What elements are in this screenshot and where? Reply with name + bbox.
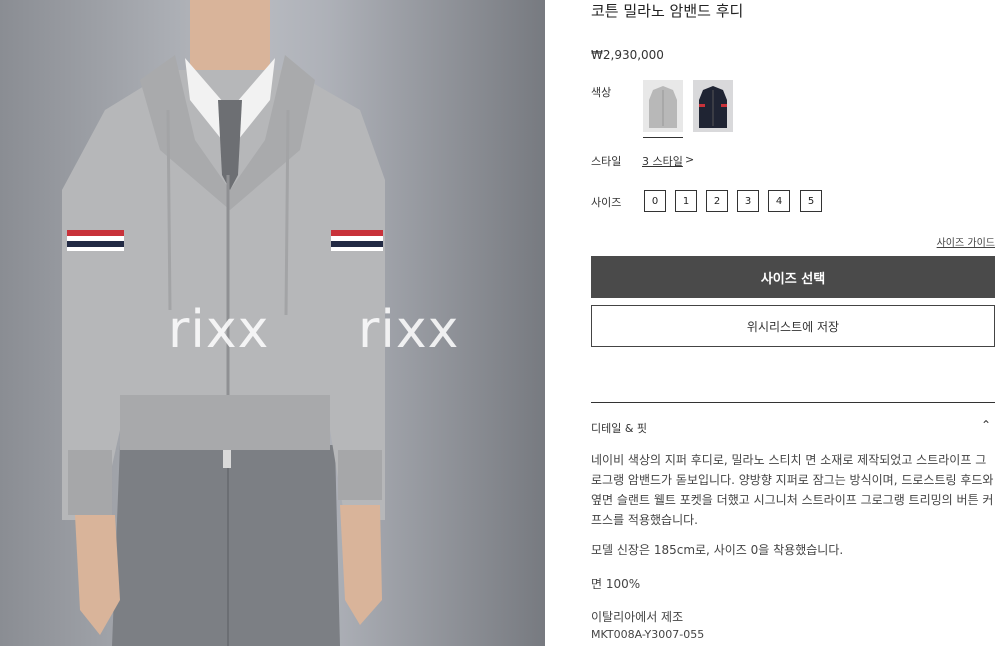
size-option-1[interactable]: 1 xyxy=(675,190,697,212)
select-size-button[interactable]: 사이즈 선택 xyxy=(591,256,995,298)
material-info: 면 100% xyxy=(591,577,641,591)
details-heading[interactable]: 디테일 & 핏 xyxy=(591,420,647,436)
style-label: 스타일 xyxy=(591,155,622,168)
color-swatch-navy[interactable] xyxy=(693,80,733,132)
size-option-4[interactable]: 4 xyxy=(768,190,790,212)
grey-hoodie-thumbnail xyxy=(643,80,683,132)
model-info: 모델 신장은 185cm로, 사이즈 0을 착용했습니다. xyxy=(591,543,844,557)
navy-hoodie-thumbnail xyxy=(693,80,733,132)
add-to-wishlist-button[interactable]: 위시리스트에 저장 xyxy=(591,305,995,347)
size-option-2[interactable]: 2 xyxy=(706,190,728,212)
color-label: 색상 xyxy=(591,86,612,99)
size-option-5[interactable]: 5 xyxy=(800,190,822,212)
product-sku: MKT008A-Y3007-055 xyxy=(591,628,705,641)
color-swatch-grey[interactable] xyxy=(643,80,683,138)
watermark-text: rixx xyxy=(358,300,460,360)
watermark-text: rixx xyxy=(168,300,270,360)
product-price: ₩2,930,000 xyxy=(591,48,664,62)
size-guide-link[interactable]: 사이즈 가이드 xyxy=(937,234,995,249)
product-info-panel: 코튼 밀라노 암밴드 후디 ₩2,930,000 색상 스타일 3 스타일 > … xyxy=(591,0,995,646)
style-link[interactable]: 3 스타일 xyxy=(642,153,683,169)
product-description: 네이비 색상의 지퍼 후디로, 밀라노 스티치 면 소재로 제작되었고 스트라이… xyxy=(591,453,994,527)
origin-info: 이탈리아에서 제조 xyxy=(591,610,684,624)
size-option-3[interactable]: 3 xyxy=(737,190,759,212)
size-option-0[interactable]: 0 xyxy=(644,190,666,212)
product-title: 코튼 밀라노 암밴드 후디 xyxy=(591,2,744,20)
size-label: 사이즈 xyxy=(591,196,622,209)
section-divider xyxy=(591,402,995,403)
hoodie-illustration xyxy=(62,0,385,646)
chevron-up-icon[interactable]: ⌃ xyxy=(981,418,991,432)
product-image[interactable]: rixx rixx xyxy=(0,0,545,646)
chevron-right-icon[interactable]: > xyxy=(685,153,694,166)
